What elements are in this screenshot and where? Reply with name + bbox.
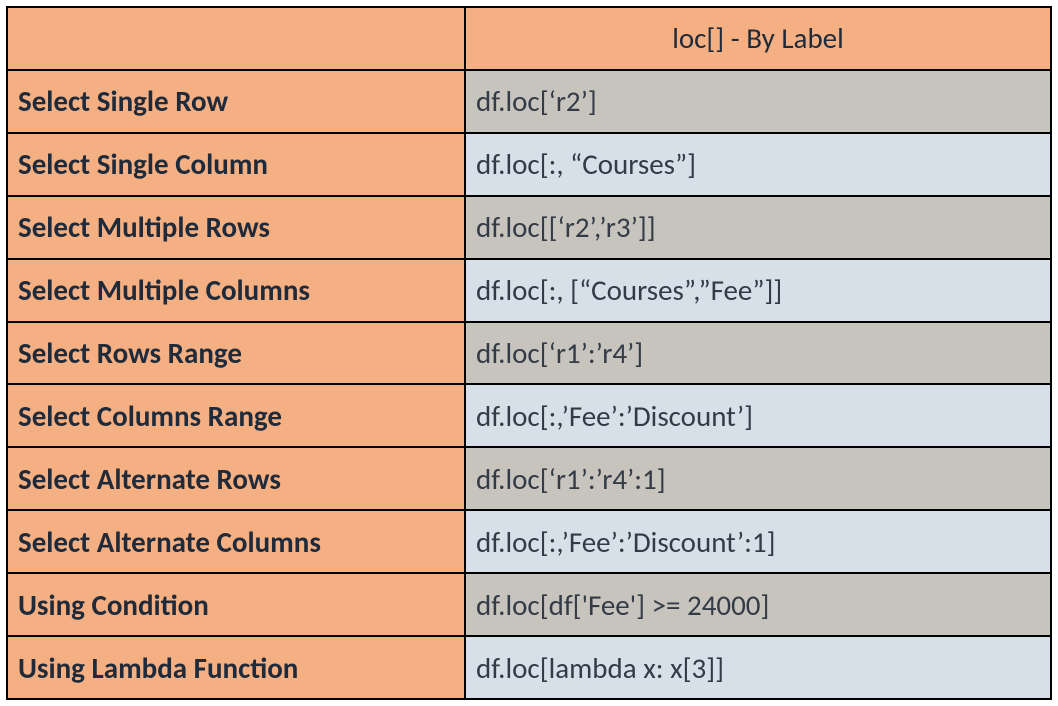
row-label: Using Condition (7, 573, 465, 636)
code-cell: df.loc[‘r1’:’r4’:1] (465, 447, 1051, 510)
code-cell: df.loc[:, [“Courses”,”Fee”]] (465, 259, 1051, 322)
row-label: Select Multiple Rows (7, 196, 465, 259)
table-row: Select Multiple Rows df.loc[[‘r2’,’r3’]] (7, 196, 1051, 259)
row-label: Select Rows Range (7, 322, 465, 385)
table-row: Select Rows Range df.loc[‘r1’:’r4’] (7, 322, 1051, 385)
table-row: Select Multiple Columns df.loc[:, [“Cour… (7, 259, 1051, 322)
table-row: Using Condition df.loc[df['Fee'] >= 2400… (7, 573, 1051, 636)
code-cell: df.loc[lambda x: x[3]] (465, 636, 1051, 699)
table-row: Select Single Row df.loc[‘r2’] (7, 70, 1051, 133)
code-cell: df.loc[:, “Courses”] (465, 133, 1051, 196)
code-cell: df.loc[‘r2’] (465, 70, 1051, 133)
code-cell: df.loc[‘r1’:’r4’] (465, 322, 1051, 385)
table-row: Select Columns Range df.loc[:,’Fee’:’Dis… (7, 384, 1051, 447)
row-label: Select Multiple Columns (7, 259, 465, 322)
table-row: Select Single Column df.loc[:, “Courses”… (7, 133, 1051, 196)
reference-table-wrapper: loc[] - By Label Select Single Row df.lo… (0, 0, 1058, 706)
corner-cell (7, 7, 465, 70)
code-cell: df.loc[df['Fee'] >= 24000] (465, 573, 1051, 636)
loc-reference-table: loc[] - By Label Select Single Row df.lo… (6, 6, 1052, 700)
code-cell: df.loc[[‘r2’,’r3’]] (465, 196, 1051, 259)
table-header-row: loc[] - By Label (7, 7, 1051, 70)
code-cell: df.loc[:,’Fee’:’Discount’:1] (465, 510, 1051, 573)
table-row: Select Alternate Rows df.loc[‘r1’:’r4’:1… (7, 447, 1051, 510)
table-row: Using Lambda Function df.loc[lambda x: x… (7, 636, 1051, 699)
row-label: Select Columns Range (7, 384, 465, 447)
code-cell: df.loc[:,’Fee’:’Discount’] (465, 384, 1051, 447)
row-label: Select Single Row (7, 70, 465, 133)
column-header-loc: loc[] - By Label (465, 7, 1051, 70)
row-label: Select Alternate Rows (7, 447, 465, 510)
row-label: Select Alternate Columns (7, 510, 465, 573)
table-row: Select Alternate Columns df.loc[:,’Fee’:… (7, 510, 1051, 573)
row-label: Using Lambda Function (7, 636, 465, 699)
row-label: Select Single Column (7, 133, 465, 196)
